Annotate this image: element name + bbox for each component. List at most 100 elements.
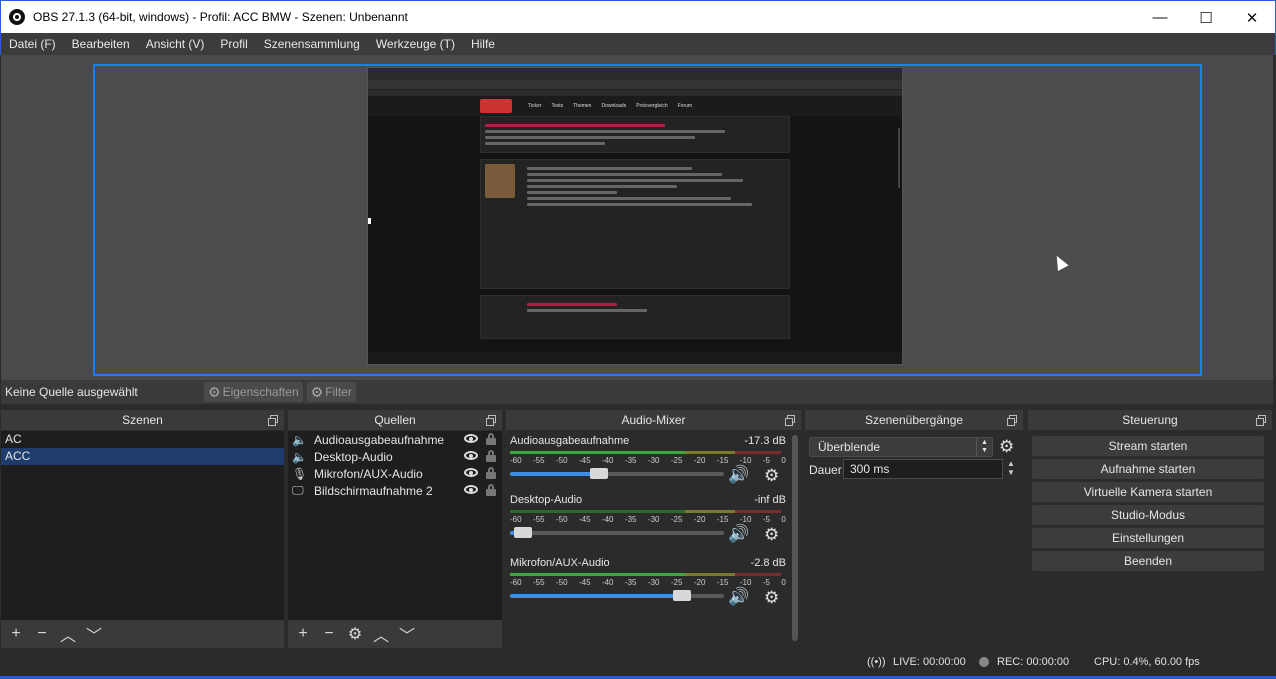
- menu-profile[interactable]: Profil: [220, 37, 247, 51]
- controls-body: Stream starten Aufnahme starten Virtuell…: [1028, 431, 1272, 648]
- transition-settings-gear-icon[interactable]: ⚙: [999, 437, 1014, 457]
- controls-dock-title: Steuerung: [1028, 410, 1272, 430]
- meter-tick-label: -30: [647, 578, 660, 587]
- exit-button[interactable]: Beenden: [1032, 551, 1264, 571]
- meter-tick-label: -25: [670, 515, 683, 524]
- duration-label: Dauer: [809, 463, 842, 477]
- channel-settings-gear-icon[interactable]: ⚙: [764, 588, 779, 608]
- add-scene-button[interactable]: +: [7, 625, 25, 643]
- volume-slider[interactable]: [510, 527, 724, 538]
- undock-icon[interactable]: [785, 415, 795, 426]
- transition-selected-value: Überblende: [818, 440, 881, 454]
- menu-tools[interactable]: Werkzeuge (T): [376, 37, 455, 51]
- sources-title: Quellen: [374, 413, 416, 427]
- studio-mode-button[interactable]: Studio-Modus: [1032, 505, 1264, 525]
- lock-icon[interactable]: [486, 450, 496, 462]
- move-source-down-button[interactable]: ﹀: [398, 625, 416, 645]
- meter-tick-label: -60: [510, 515, 522, 524]
- status-bar: ((•)) LIVE: 00:00:00 REC: 00:00:00 CPU: …: [1, 648, 1273, 676]
- start-streaming-button[interactable]: Stream starten: [1032, 436, 1264, 456]
- gear-icon: ⚙: [208, 383, 221, 400]
- window-controls: — ☐ ✕: [1137, 1, 1275, 34]
- volume-meter: [510, 510, 786, 513]
- transition-select[interactable]: Überblende ▲ ▼: [809, 437, 993, 457]
- captured-scrollbar: [898, 128, 900, 188]
- mute-speaker-icon[interactable]: 🔊: [728, 524, 749, 544]
- volume-slider-knob[interactable]: [673, 590, 691, 601]
- visibility-eye-icon[interactable]: [464, 468, 478, 477]
- lock-icon[interactable]: [486, 484, 496, 496]
- captured-nav-item: Downloads: [601, 103, 627, 109]
- source-label: Mikrofon/AUX-Audio: [314, 466, 423, 481]
- mute-speaker-icon[interactable]: 🔊: [728, 465, 749, 485]
- scene-item[interactable]: AC: [1, 431, 284, 448]
- meter-tick-label: -55: [532, 578, 545, 587]
- meter-tick-label: -60: [510, 456, 522, 465]
- obs-logo-icon: [9, 9, 25, 25]
- mute-speaker-icon[interactable]: 🔊: [728, 587, 749, 607]
- start-virtual-camera-button[interactable]: Virtuelle Kamera starten: [1032, 482, 1264, 502]
- audio-mixer-dock: Audio-Mixer Audioausgabeaufnahme -17.3 d…: [506, 410, 801, 648]
- volume-meter: [510, 573, 786, 576]
- menu-view[interactable]: Ansicht (V): [146, 37, 205, 51]
- meter-tick-label: -15: [716, 456, 729, 465]
- filter-button[interactable]: ⚙ Filter: [306, 382, 356, 402]
- transitions-body: Überblende ▲ ▼ ⚙ Dauer 300 ms ▲ ▼: [805, 431, 1023, 648]
- add-source-button[interactable]: +: [294, 625, 312, 643]
- volume-slider[interactable]: [510, 468, 724, 479]
- meter-tick-label: 0: [781, 578, 786, 587]
- maximize-button[interactable]: ☐: [1183, 1, 1229, 34]
- properties-button[interactable]: ⚙ Eigenschaften: [204, 382, 303, 402]
- close-button[interactable]: ✕: [1229, 1, 1275, 34]
- spin-arrows-icon[interactable]: ▲ ▼: [1003, 459, 1019, 479]
- source-item[interactable]: 🔈 Audioausgabeaufnahme: [288, 431, 502, 448]
- settings-button[interactable]: Einstellungen: [1032, 528, 1264, 548]
- move-scene-down-button[interactable]: ﹀: [85, 625, 103, 645]
- mixer-channel: Audioausgabeaufnahme -17.3 dB -60 -55 -50-…: [510, 435, 786, 495]
- monitor-icon: 🖵: [292, 483, 304, 497]
- meter-tick-label: -40: [601, 456, 614, 465]
- move-source-up-button[interactable]: ︿: [372, 625, 390, 645]
- lock-icon[interactable]: [486, 433, 496, 445]
- source-item[interactable]: 🖵 Bildschirmaufnahme 2: [288, 482, 502, 499]
- visibility-eye-icon[interactable]: [464, 451, 478, 460]
- screen-capture-preview[interactable]: Ticker Tests Themen Downloads Preisvergl…: [367, 67, 903, 365]
- start-recording-button[interactable]: Aufnahme starten: [1032, 459, 1264, 479]
- lock-icon[interactable]: [486, 467, 496, 479]
- source-properties-gear-icon[interactable]: ⚙: [346, 625, 364, 643]
- source-item[interactable]: 🎙 Mikrofon/AUX-Audio: [288, 465, 502, 482]
- mixer-scrollbar[interactable]: [792, 435, 798, 641]
- undock-icon[interactable]: [1007, 415, 1017, 426]
- volume-slider[interactable]: [510, 590, 724, 601]
- menu-edit[interactable]: Bearbeiten: [72, 37, 130, 51]
- undock-icon[interactable]: [1256, 415, 1266, 426]
- source-item[interactable]: 🔈 Desktop-Audio: [288, 448, 502, 465]
- menu-help[interactable]: Hilfe: [471, 37, 495, 51]
- volume-slider-knob[interactable]: [590, 468, 608, 479]
- visibility-eye-icon[interactable]: [464, 434, 478, 443]
- undock-icon[interactable]: [486, 415, 496, 426]
- meter-tick-label: -20: [693, 515, 706, 524]
- record-dot-icon: [979, 657, 989, 667]
- speaker-icon: 🔈: [292, 449, 307, 464]
- transform-handle[interactable]: [368, 218, 371, 224]
- window-title: OBS 27.1.3 (64-bit, windows) - Profil: A…: [33, 10, 408, 24]
- volume-slider-knob[interactable]: [514, 527, 532, 538]
- remove-source-button[interactable]: −: [320, 625, 338, 643]
- menu-file[interactable]: Datei (F): [9, 37, 56, 51]
- menu-scene-collection[interactable]: Szenensammlung: [264, 37, 360, 51]
- meter-tick-label: -30: [647, 456, 660, 465]
- channel-settings-gear-icon[interactable]: ⚙: [764, 466, 779, 486]
- minimize-button[interactable]: —: [1137, 1, 1183, 34]
- captured-nav-item: Forum: [677, 103, 693, 109]
- move-scene-up-button[interactable]: ︿: [59, 625, 77, 645]
- meter-tick-label: -35: [624, 456, 637, 465]
- scene-item-selected[interactable]: ACC: [1, 448, 284, 465]
- scenes-dock-title: Szenen: [1, 410, 284, 430]
- channel-settings-gear-icon[interactable]: ⚙: [764, 525, 779, 545]
- duration-spinbox[interactable]: 300 ms: [843, 459, 1003, 479]
- visibility-eye-icon[interactable]: [464, 485, 478, 494]
- audio-mixer-title: Audio-Mixer: [621, 413, 686, 427]
- undock-icon[interactable]: [268, 415, 278, 426]
- remove-scene-button[interactable]: −: [33, 625, 51, 643]
